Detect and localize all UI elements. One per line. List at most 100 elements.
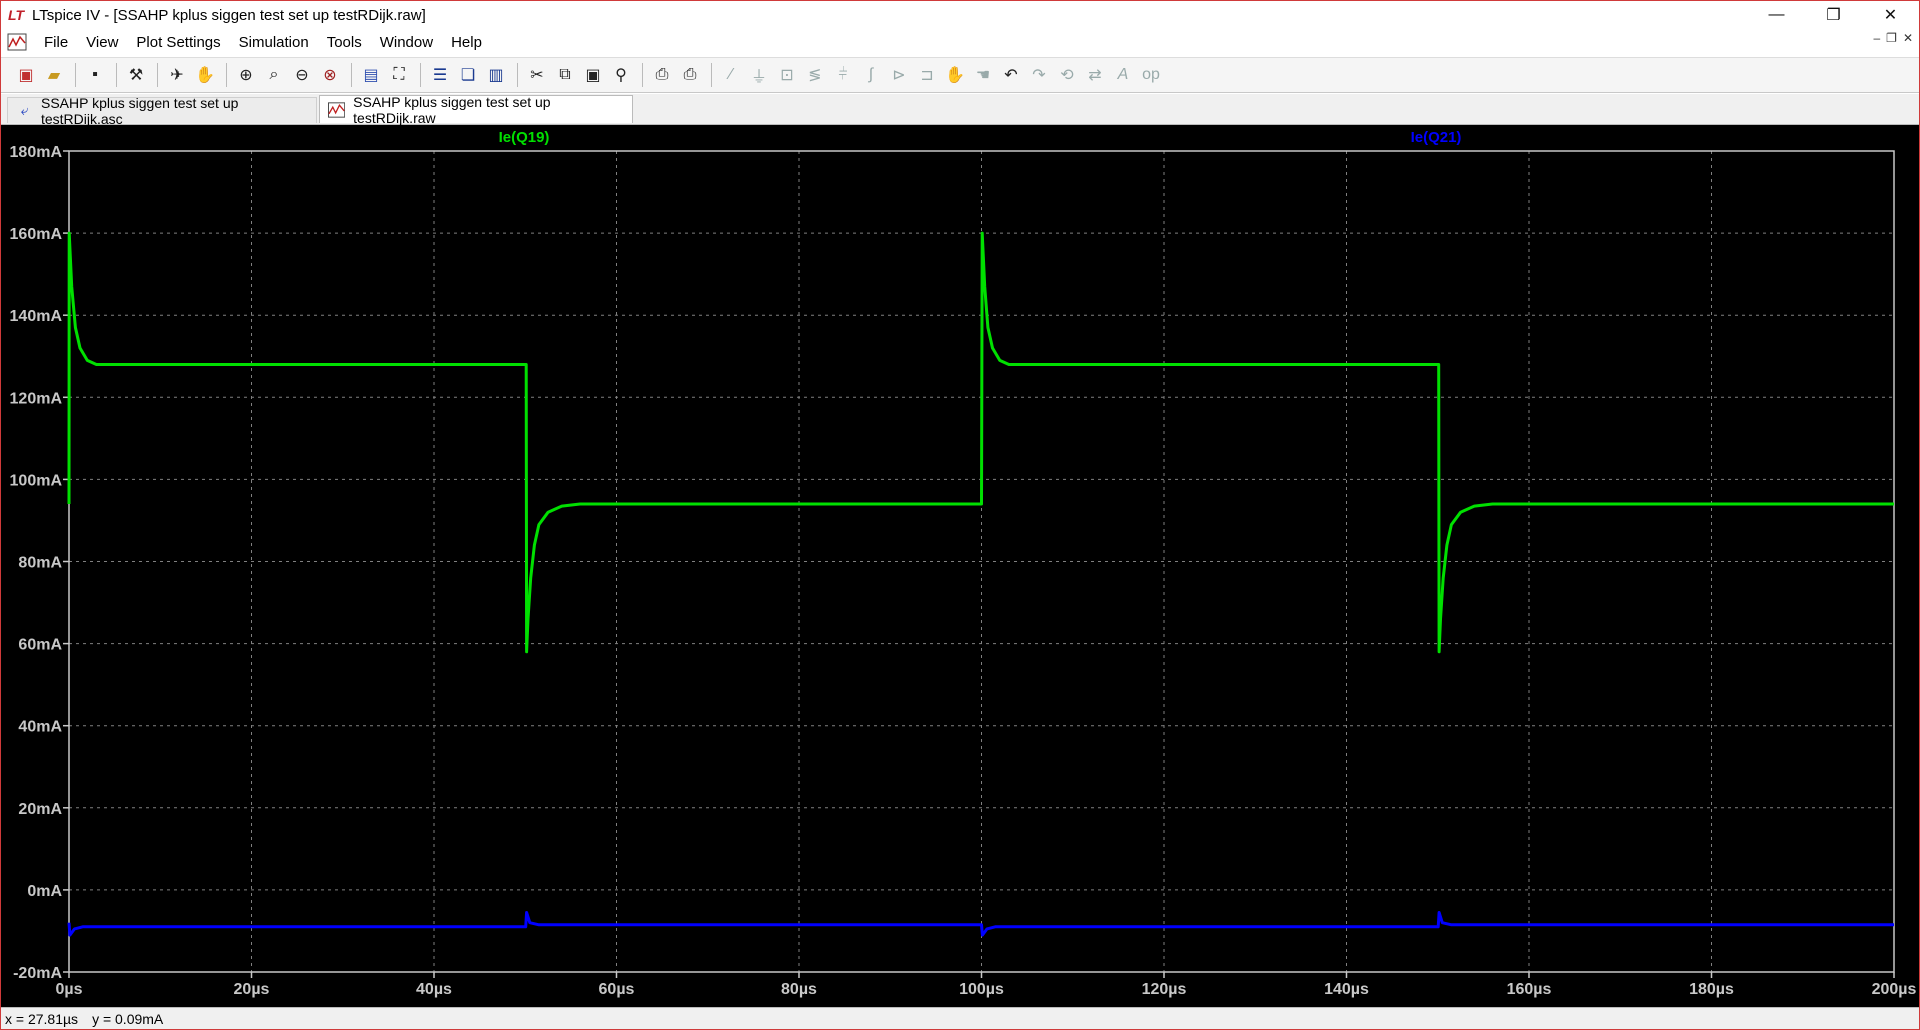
drag-icon[interactable]: ☚ [970, 62, 996, 88]
waveform-icon [328, 101, 346, 118]
zoom-area-icon[interactable]: ⌕ [261, 62, 287, 88]
halt-icon[interactable]: ✋ [192, 62, 218, 88]
tab-schematic[interactable]: ⤶ SSAHP kplus siggen test set up testRDi… [7, 95, 317, 127]
toolbar: ▣ ▰ ▪ ⚒ ✈ ✋ ⊕ ⌕ ⊖ ⊗ ▤ ⛶ ☰ ❏ ▥ ✂ ⧉ ▣ ⚲ ⎙ … [1, 57, 1919, 93]
tile-vertical-icon[interactable]: ▥ [483, 62, 509, 88]
restore-button[interactable]: ❐ [1805, 1, 1862, 29]
waveform-plot-pane[interactable]: 0µs 20µs 40µs 60µs 80µs 100µs 120µs 140µs 160µs 1… [1, 125, 1919, 1007]
y-tick-label: 80mA [18, 555, 62, 572]
rotate-icon[interactable]: ⟲ [1054, 62, 1080, 88]
zoom-extents-icon[interactable]: ⛶ [386, 62, 412, 88]
mdi-controls: – ❐ ✕ [1873, 31, 1913, 45]
menu-plot-settings[interactable]: Plot Settings [127, 34, 229, 51]
autorange-icon[interactable]: ▤ [358, 62, 384, 88]
cut-icon[interactable]: ✂ [524, 62, 550, 88]
menu-view[interactable]: View [77, 34, 127, 51]
x-tick-label: 180µs [1689, 981, 1734, 998]
trace-label[interactable]: Ie(Q19) [499, 129, 550, 146]
find-icon[interactable]: ⚲ [608, 62, 634, 88]
window-title: LTspice IV - [SSAHP kplus siggen test se… [32, 6, 426, 24]
label-icon[interactable]: ⊡ [774, 62, 800, 88]
minimize-button[interactable]: — [1748, 1, 1805, 29]
resistor-icon[interactable]: ≶ [802, 62, 828, 88]
x-tick-label: 200µs [1872, 981, 1917, 998]
copy-icon[interactable]: ⧉ [552, 62, 578, 88]
text-icon[interactable]: A [1110, 62, 1136, 88]
toolbar-divider [351, 63, 352, 87]
x-tick-label: 120µs [1142, 981, 1187, 998]
print-setup-icon[interactable]: ⎙ [649, 62, 675, 88]
tile-horizontal-icon[interactable]: ☰ [427, 62, 453, 88]
cursor-x-readout: x = 27.81µs [5, 1010, 79, 1027]
cascade-icon[interactable]: ❏ [455, 62, 481, 88]
toolbar-divider [226, 63, 227, 87]
toolbar-divider [642, 63, 643, 87]
zoom-cancel-icon[interactable]: ⊗ [317, 62, 343, 88]
y-tick-label: 100mA [10, 472, 63, 489]
toolbar-divider [157, 63, 158, 87]
ground-icon[interactable]: ⏚ [746, 62, 772, 88]
menu-window[interactable]: Window [371, 34, 442, 51]
print-icon[interactable]: ⎙ [677, 62, 703, 88]
status-bar: x = 27.81µs y = 0.09mA [1, 1007, 1919, 1029]
toolbar-divider [420, 63, 421, 87]
redo-icon[interactable]: ↷ [1026, 62, 1052, 88]
y-tick-label: 120mA [10, 390, 63, 407]
toolbar-divider [517, 63, 518, 87]
x-tick-label: 0µs [55, 981, 82, 998]
menu-help[interactable]: Help [442, 34, 491, 51]
wire-icon[interactable]: ∕ [718, 62, 744, 88]
inductor-icon[interactable]: ∫ [858, 62, 884, 88]
x-tick-label: 140µs [1324, 981, 1369, 998]
trace-label[interactable]: Ie(Q21) [1411, 129, 1462, 146]
toolbar-divider [116, 63, 117, 87]
control-panel-icon[interactable]: ⚒ [123, 62, 149, 88]
mdi-restore-icon[interactable]: ❐ [1886, 31, 1897, 45]
diode-icon[interactable]: ⊳ [886, 62, 912, 88]
y-tick-label: -20mA [13, 965, 62, 982]
tab-waveform[interactable]: SSAHP kplus siggen test set up testRDijk… [319, 93, 633, 126]
y-tick-label: 20mA [18, 801, 62, 818]
undo-icon[interactable]: ↶ [998, 62, 1024, 88]
tab-schematic-label: SSAHP kplus siggen test set up testRDijk… [40, 94, 239, 127]
mirror-icon[interactable]: ⇄ [1082, 62, 1108, 88]
y-tick-label: 40mA [18, 719, 62, 736]
run-icon[interactable]: ✈ [164, 62, 190, 88]
x-tick-label: 20µs [234, 981, 270, 998]
y-tick-label: 180mA [10, 144, 63, 161]
spice-directive-icon[interactable]: op [1138, 62, 1164, 88]
waveform-window-icon[interactable] [7, 33, 27, 51]
schematic-icon: ⤶ [20, 102, 29, 118]
x-tick-label: 160µs [1507, 981, 1552, 998]
menu-file[interactable]: File [35, 34, 77, 51]
mdi-close-icon[interactable]: ✕ [1903, 31, 1913, 45]
zoom-in-icon[interactable]: ⊕ [233, 62, 259, 88]
x-tick-label: 40µs [416, 981, 452, 998]
title-bar: LT LTspice IV - [SSAHP kplus siggen test… [1, 1, 1919, 29]
move-icon[interactable]: ✋ [942, 62, 968, 88]
new-schematic-icon[interactable]: ▣ [13, 62, 39, 88]
toolbar-divider [711, 63, 712, 87]
x-tick-label: 100µs [959, 981, 1004, 998]
trace-ie-q19 [67, 231, 1894, 654]
mdi-minimize-icon[interactable]: – [1873, 31, 1880, 45]
ltspice-logo-icon: LT [8, 7, 25, 23]
y-tick-label: 60mA [18, 637, 62, 654]
menu-simulation[interactable]: Simulation [230, 34, 318, 51]
menu-bar: File View Plot Settings Simulation Tools… [1, 29, 1919, 55]
x-tick-label: 80µs [781, 981, 817, 998]
paste-icon[interactable]: ▣ [580, 62, 606, 88]
save-icon[interactable]: ▪ [82, 62, 108, 88]
x-tick-label: 60µs [599, 981, 635, 998]
zoom-out-icon[interactable]: ⊖ [289, 62, 315, 88]
open-icon[interactable]: ▰ [41, 62, 67, 88]
tab-waveform-label: SSAHP kplus siggen test set up testRDijk… [353, 93, 551, 126]
component-icon[interactable]: ⊐ [914, 62, 940, 88]
y-tick-label: 0mA [27, 883, 62, 900]
waveform-chart[interactable]: 0µs 20µs 40µs 60µs 80µs 100µs 120µs 140µs 160µs 1… [1, 125, 1919, 1007]
menu-tools[interactable]: Tools [318, 34, 371, 51]
close-button[interactable]: ✕ [1862, 1, 1919, 29]
y-tick-label: 160mA [10, 226, 63, 243]
capacitor-icon[interactable]: ⫩ [830, 62, 856, 88]
window-controls: — ❐ ✕ [1748, 1, 1919, 29]
